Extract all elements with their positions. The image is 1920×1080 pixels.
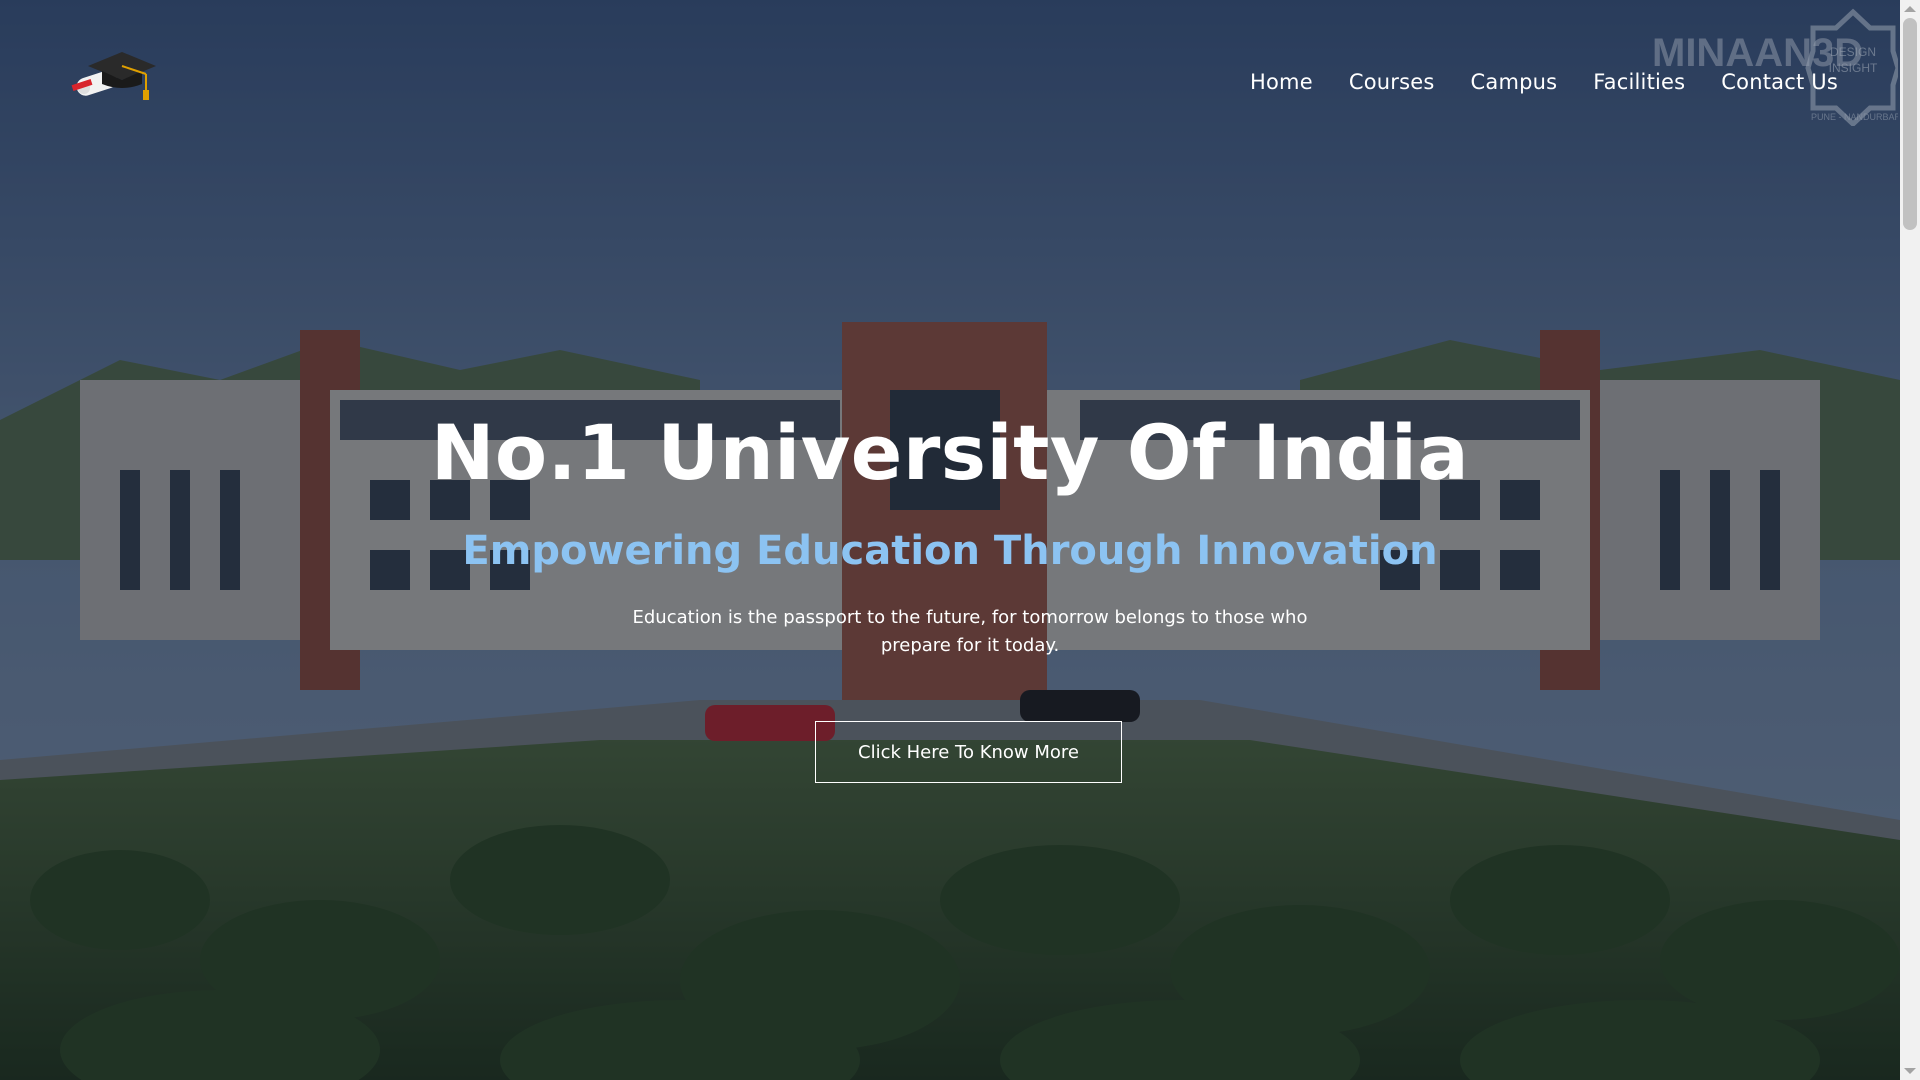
know-more-button[interactable]: Click Here To Know More <box>815 721 1122 783</box>
scroll-up-arrow-icon[interactable] <box>1904 6 1916 12</box>
hero-title: No.1 University Of India <box>430 408 1470 497</box>
hero-section: No.1 University Of India Empowering Educ… <box>0 0 1900 1080</box>
hero-description: Education is the passport to the future,… <box>632 607 1308 656</box>
scroll-thumb[interactable] <box>1903 18 1917 230</box>
page: MINAAN3D DESIGN INSIGHT PUNE - NANDURBAR… <box>0 0 1920 1080</box>
scroll-down-arrow-icon[interactable] <box>1904 1068 1916 1074</box>
hero-subtitle: Empowering Education Through Innovation <box>462 528 1438 574</box>
page-scrollbar[interactable] <box>1900 0 1920 1080</box>
